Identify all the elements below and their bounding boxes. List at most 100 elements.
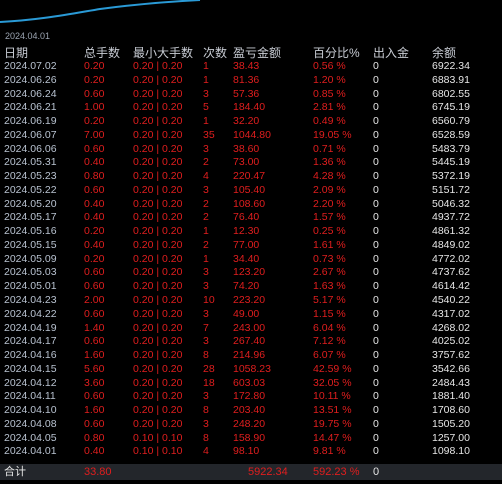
row-balance: 1505.20 — [432, 417, 470, 430]
row-lots: 0.60 — [84, 335, 105, 348]
row-pnl: 220.47 — [233, 170, 266, 183]
row-pct: 0.71 % — [313, 142, 346, 155]
row-pct: 2.81 % — [313, 101, 346, 114]
table-header: 日期 总手数 最小大手数 次数 盈亏金额 百分比% 出入金 余额 — [0, 43, 502, 60]
row-count: 8 — [203, 431, 209, 444]
row-pct: 6.04 % — [313, 321, 346, 334]
total-row: 合计 33.80 5922.34 592.23 % 0 — [0, 464, 502, 480]
row-minmax: 0.20 | 0.20 — [133, 197, 183, 210]
row-lots: 0.80 — [84, 431, 105, 444]
row-deposit: 0 — [373, 87, 379, 100]
row-balance: 5372.19 — [432, 170, 470, 183]
row-count: 1 — [203, 115, 209, 128]
row-balance: 6560.79 — [432, 115, 470, 128]
row-balance: 4317.02 — [432, 307, 470, 320]
row-minmax: 0.20 | 0.20 — [133, 115, 183, 128]
row-count: 2 — [203, 197, 209, 210]
row-count: 3 — [203, 183, 209, 196]
row-date: 2024.05.22 — [4, 183, 57, 196]
row-minmax: 0.20 | 0.20 — [133, 128, 183, 141]
row-balance: 2484.43 — [432, 376, 470, 389]
row-pnl: 49.00 — [233, 307, 260, 320]
row-date: 2024.07.02 — [4, 60, 57, 72]
row-date: 2024.04.10 — [4, 404, 57, 417]
row-pct: 0.56 % — [313, 60, 346, 72]
row-count: 7 — [203, 321, 209, 334]
row-date: 2024.04.05 — [4, 431, 57, 444]
row-minmax: 0.10 | 0.10 — [133, 445, 183, 458]
row-pct: 19.05 % — [313, 128, 352, 141]
row-pnl: 108.60 — [233, 197, 266, 210]
row-pct: 42.59 % — [313, 362, 352, 375]
row-minmax: 0.20 | 0.20 — [133, 73, 183, 86]
row-deposit: 0 — [373, 73, 379, 86]
row-pct: 2.20 % — [313, 197, 346, 210]
row-pnl: 123.20 — [233, 266, 266, 279]
row-date: 2024.04.19 — [4, 321, 57, 334]
header-minmax: 最小大手数 — [133, 46, 194, 60]
row-date: 2024.05.17 — [4, 211, 57, 224]
row-deposit: 0 — [373, 211, 379, 224]
row-count: 5 — [203, 101, 209, 114]
row-pct: 2.67 % — [313, 266, 346, 279]
row-pct: 10.11 % — [313, 390, 351, 403]
row-lots: 0.40 — [84, 238, 105, 251]
row-count: 3 — [203, 142, 209, 155]
table-row: 2024.05.01 0.60 0.20 | 0.20 3 74.20 1.63 % 0 46… — [0, 280, 502, 294]
row-balance: 5445.19 — [432, 156, 470, 169]
row-count: 2 — [203, 238, 209, 251]
header-lots: 总手数 — [84, 46, 121, 60]
row-minmax: 0.20 | 0.20 — [133, 417, 183, 430]
table-row: 2024.04.19 1.40 0.20 | 0.20 7 243.00 6.04 % 0 4… — [0, 322, 502, 336]
row-deposit: 0 — [373, 101, 379, 114]
row-lots: 0.20 — [84, 115, 105, 128]
row-date: 2024.04.23 — [4, 294, 57, 307]
row-lots: 1.40 — [84, 321, 105, 334]
row-date: 2024.06.26 — [4, 73, 57, 86]
table-row: 2024.06.24 0.60 0.20 | 0.20 3 57.36 0.85 % 0 68… — [0, 88, 502, 102]
row-pct: 0.85 % — [313, 87, 346, 100]
row-minmax: 0.20 | 0.20 — [133, 307, 183, 320]
row-deposit: 0 — [373, 362, 379, 375]
row-pnl: 184.40 — [233, 101, 266, 114]
row-date: 2024.05.09 — [4, 252, 57, 265]
row-pct: 5.17 % — [313, 294, 346, 307]
row-pct: 1.57 % — [313, 211, 346, 224]
total-lots: 33.80 — [84, 466, 112, 478]
row-lots: 0.20 — [84, 225, 105, 238]
row-lots: 0.60 — [84, 183, 105, 196]
row-count: 10 — [203, 294, 215, 307]
row-count: 3 — [203, 266, 209, 279]
row-deposit: 0 — [373, 266, 379, 279]
row-count: 3 — [203, 390, 209, 403]
row-lots: 0.60 — [84, 280, 105, 293]
row-minmax: 0.20 | 0.20 — [133, 321, 183, 334]
row-minmax: 0.20 | 0.20 — [133, 87, 183, 100]
row-count: 2 — [203, 156, 209, 169]
row-pct: 19.75 % — [313, 417, 352, 430]
table-row: 2024.07.02 0.20 0.20 | 0.20 1 38.43 0.56 % 0 69… — [0, 60, 502, 74]
row-minmax: 0.20 | 0.20 — [133, 266, 183, 279]
equity-curve — [0, 0, 201, 23]
row-lots: 0.60 — [84, 390, 105, 403]
row-pnl: 158.90 — [233, 431, 266, 444]
row-balance: 4614.42 — [432, 280, 470, 293]
row-pct: 32.05 % — [313, 376, 352, 389]
row-balance: 5046.32 — [432, 197, 470, 210]
row-count: 1 — [203, 73, 209, 86]
row-date: 2024.06.19 — [4, 115, 57, 128]
row-pct: 1.20 % — [313, 73, 346, 86]
row-date: 2024.06.21 — [4, 101, 57, 114]
row-minmax: 0.20 | 0.20 — [133, 294, 183, 307]
row-date: 2024.05.23 — [4, 170, 57, 183]
table-row: 2024.06.26 0.20 0.20 | 0.20 1 81.36 1.20 % 0 68… — [0, 74, 502, 88]
row-deposit: 0 — [373, 349, 379, 362]
row-deposit: 0 — [373, 335, 379, 348]
row-deposit: 0 — [373, 60, 379, 72]
table-row: 2024.06.07 7.00 0.20 | 0.20 35 1044.80 19.05 … — [0, 129, 502, 143]
row-date: 2024.05.03 — [4, 266, 57, 279]
row-deposit: 0 — [373, 128, 379, 141]
row-deposit: 0 — [373, 445, 379, 458]
table-row: 2024.04.23 2.00 0.20 | 0.20 10 223.20 5.17 % 0… — [0, 294, 502, 308]
row-minmax: 0.20 | 0.20 — [133, 211, 183, 224]
